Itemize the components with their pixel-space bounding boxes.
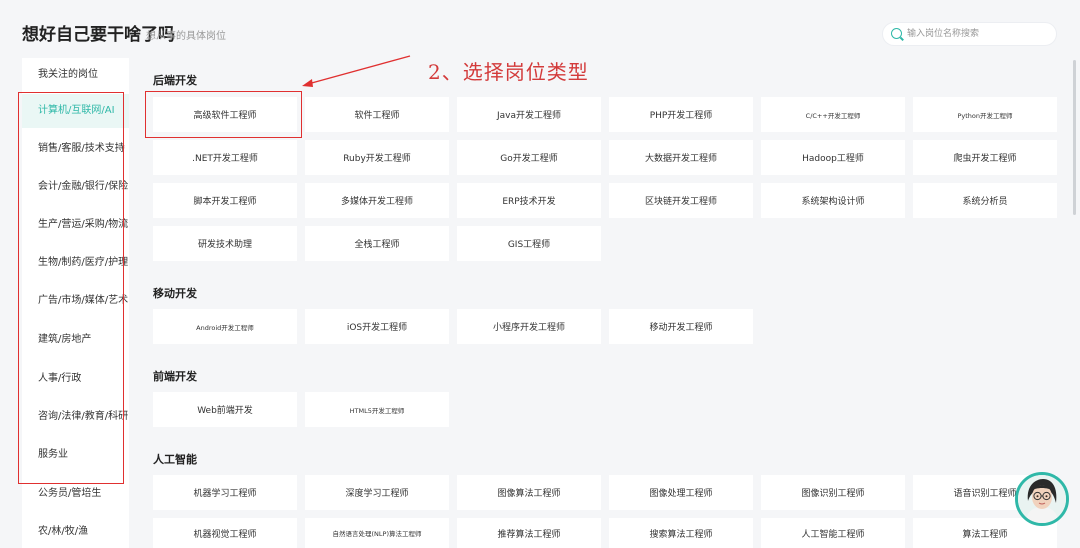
job-item[interactable]: Ruby开发工程师 (305, 140, 449, 175)
job-item[interactable]: HTML5开发工程师 (305, 392, 449, 427)
job-item[interactable]: 全栈工程师 (305, 226, 449, 261)
job-item[interactable]: 系统架构设计师 (761, 183, 905, 218)
job-item[interactable]: 多媒体开发工程师 (305, 183, 449, 218)
job-item[interactable]: 搜索算法工程师 (609, 518, 753, 548)
annotation-text: 2、选择岗位类型 (428, 60, 589, 84)
job-item[interactable]: 区块链开发工程师 (609, 183, 753, 218)
job-item[interactable]: 图像识别工程师 (761, 475, 905, 510)
job-item[interactable]: Web前端开发 (153, 392, 297, 427)
job-item[interactable]: 机器视觉工程师 (153, 518, 297, 548)
job-item[interactable]: ERP技术开发 (457, 183, 601, 218)
job-item[interactable]: 移动开发工程师 (609, 309, 753, 344)
job-item[interactable]: 推荐算法工程师 (457, 518, 601, 548)
sidebar-item-agriculture[interactable]: 农/林/牧/渔 (22, 515, 129, 548)
search-box[interactable] (882, 22, 1057, 46)
job-item[interactable]: 软件工程师 (305, 97, 449, 132)
job-item[interactable]: GIS工程师 (457, 226, 601, 261)
job-item[interactable]: iOS开发工程师 (305, 309, 449, 344)
job-item[interactable]: 自然语言处理(NLP)算法工程师 (305, 518, 449, 548)
job-item[interactable]: 深度学习工程师 (305, 475, 449, 510)
assistant-avatar[interactable] (1015, 472, 1069, 526)
job-item[interactable]: Java开发工程师 (457, 97, 601, 132)
job-item[interactable]: Python开发工程师 (913, 97, 1057, 132)
scrollbar[interactable] (1073, 60, 1076, 215)
section-title-mobile: 移动开发 (153, 287, 197, 300)
section-title-frontend: 前端开发 (153, 370, 197, 383)
job-item[interactable]: Android开发工程师 (153, 309, 297, 344)
job-item[interactable]: 大数据开发工程师 (609, 140, 753, 175)
job-item[interactable]: 脚本开发工程师 (153, 183, 297, 218)
job-item[interactable]: .NET开发工程师 (153, 140, 297, 175)
job-item[interactable]: 研发技术助理 (153, 226, 297, 261)
page-subtitle: 想从事的具体岗位 (146, 31, 226, 42)
job-highlight-box (145, 91, 302, 138)
job-item[interactable]: 小程序开发工程师 (457, 309, 601, 344)
section-title-ai: 人工智能 (153, 453, 197, 466)
job-item[interactable]: 爬虫开发工程师 (913, 140, 1057, 175)
job-item[interactable]: 图像算法工程师 (457, 475, 601, 510)
job-item[interactable]: Hadoop工程师 (761, 140, 905, 175)
section-title-backend: 后端开发 (153, 74, 197, 87)
job-item[interactable]: 机器学习工程师 (153, 475, 297, 510)
sidebar-highlight-box (18, 92, 124, 484)
job-item[interactable]: C/C++开发工程师 (761, 97, 905, 132)
job-item[interactable]: 图像处理工程师 (609, 475, 753, 510)
job-item[interactable]: Go开发工程师 (457, 140, 601, 175)
search-input[interactable] (907, 26, 1047, 42)
job-item[interactable]: 系统分析员 (913, 183, 1057, 218)
job-item[interactable]: 人工智能工程师 (761, 518, 905, 548)
search-icon (891, 28, 902, 39)
sidebar-item-followed[interactable]: 我关注的岗位 (22, 58, 129, 92)
assistant-avatar-image (1018, 475, 1066, 523)
annotation-arrow (302, 55, 411, 87)
page-header: 想好自己要干啥了吗 想从事的具体岗位 (0, 0, 1080, 60)
job-item[interactable]: PHP开发工程师 (609, 97, 753, 132)
